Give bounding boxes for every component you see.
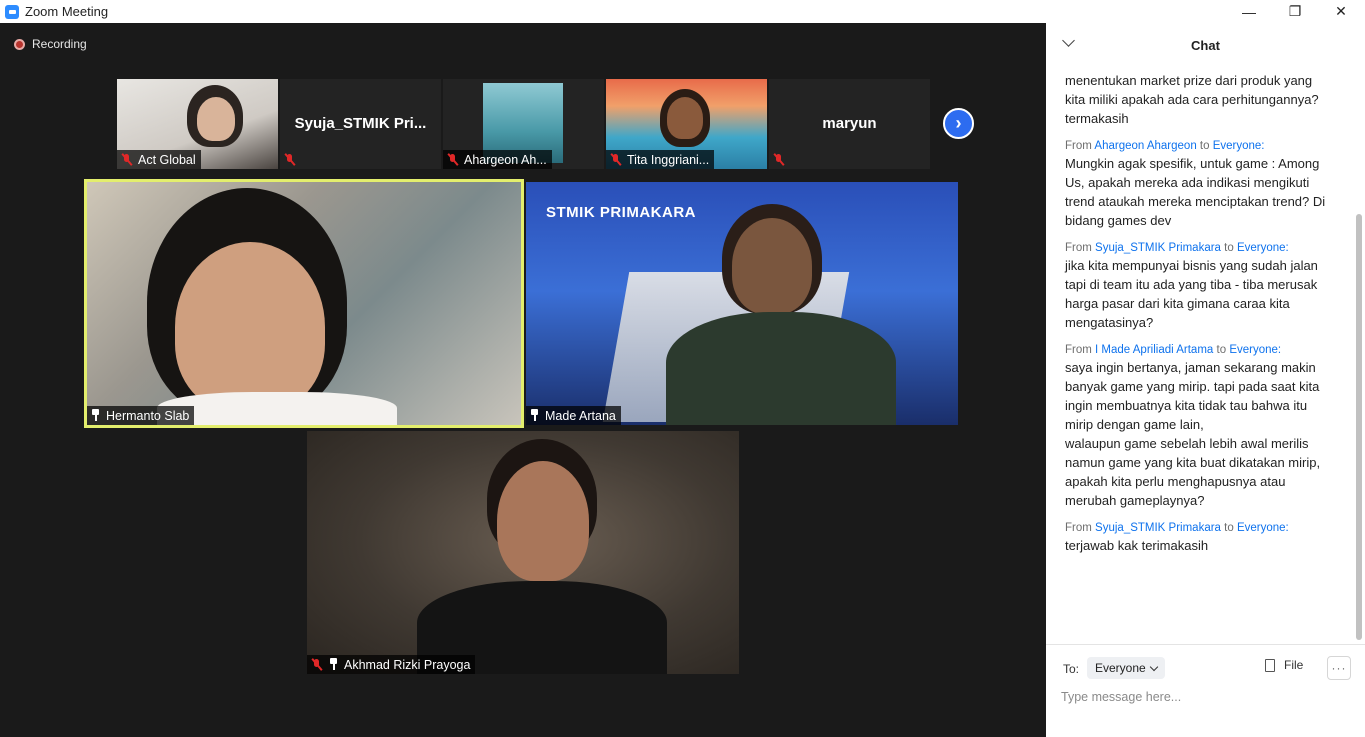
to-label: To: [1063,662,1080,676]
participant-display-name: Syuja_STMIK Pri... [294,115,427,132]
close-button[interactable]: ✕ [1318,0,1364,23]
participant-namebar [280,150,306,169]
message-input[interactable] [1061,685,1341,709]
participant-name: Akhmad Rizki Prayoga [344,657,471,672]
message-from-line: From Ahargeon Ahargeon to Everyone: [1065,138,1352,154]
message-body: jika kita mempunyai bisnis yang sudah ja… [1065,258,1322,330]
message-body: menentukan market prize dari produk yang… [1065,73,1323,126]
chat-message: From Ahargeon Ahargeon to Everyone: Mung… [1065,138,1352,230]
mic-muted-icon [120,153,133,166]
pin-icon [90,409,101,422]
participant-face [497,461,589,581]
message-from-line: From Syuja_STMIK Primakara to Everyone: [1065,240,1352,256]
message-recipient[interactable]: Everyone: [1229,344,1281,356]
chat-message: From Syuja_STMIK Primakara to Everyone: … [1065,520,1352,555]
participant-name: Made Artana [545,408,616,423]
mic-muted-icon [283,153,296,166]
scrollbar-thumb[interactable] [1356,214,1362,640]
message-body: saya ingin bertanya, jaman sekarang maki… [1065,360,1321,508]
participant-namebar [769,150,795,169]
message-sender[interactable]: I Made Apriliadi Artama [1095,344,1213,356]
participant-face [667,97,703,139]
message-from-line: From Syuja_STMIK Primakara to Everyone: [1065,520,1352,536]
window-title: Zoom Meeting [25,4,109,19]
collapse-chevron-icon[interactable] [1062,34,1075,47]
participant-thumb[interactable]: Ahargeon Ah... [443,79,604,169]
meeting-stage: Recording Act Global Syuja_STMIK Pri... … [0,23,1046,737]
pin-icon [328,658,339,671]
participant-thumb[interactable]: Syuja_STMIK Pri... [280,79,441,169]
zoom-app-icon [5,4,19,19]
participant-name: Hermanto Slab [106,408,190,423]
participant-namebar: Act Global [117,150,201,169]
pin-icon [529,409,540,422]
next-page-button[interactable]: › [943,108,974,139]
more-options-button[interactable]: ··· [1327,656,1351,680]
participant-strip: Act Global Syuja_STMIK Pri... Ahargeon A… [117,79,930,169]
participant-thumb[interactable]: Act Global [117,79,278,169]
mic-muted-icon [609,153,622,166]
from-word: From [1065,344,1092,356]
mic-muted-icon [310,658,323,671]
message-sender[interactable]: Syuja_STMIK Primakara [1095,522,1221,534]
message-from-line: From I Made Apriliadi Artama to Everyone… [1065,342,1352,358]
participant-namebar: Hermanto Slab [87,406,195,425]
chat-message: From I Made Apriliadi Artama to Everyone… [1065,342,1352,510]
chat-message: From Syuja_STMIK Primakara to Everyone: … [1065,240,1352,332]
mic-muted-icon [772,153,785,166]
restore-button[interactable]: ❐ [1272,0,1318,23]
chat-composer: To: Everyone File ··· [1046,644,1365,737]
participant-shirt [666,312,896,425]
chat-messages[interactable]: menentukan market prize dari produk yang… [1046,67,1352,637]
to-word: to [1216,344,1227,356]
message-body: terjawab kak terimakasih [1065,538,1209,553]
recording-icon [14,38,25,50]
message-body: Mungkin agak spesifik, untuk game : Amon… [1065,156,1329,228]
message-sender[interactable]: Ahargeon Ahargeon [1094,140,1196,152]
chat-scrollbar[interactable] [1355,68,1363,643]
recording-label: Recording [32,37,87,51]
video-tile[interactable]: STMIK PRIMAKARA Made Artana [526,182,958,425]
mic-muted-icon [446,153,459,166]
title-bar: Zoom Meeting — ❐ ✕ [0,0,1365,23]
recipient-value: Everyone [1095,661,1146,675]
chat-panel: Chat menentukan market prize dari produk… [1046,23,1365,737]
file-icon [1265,658,1275,672]
to-word: to [1224,242,1234,254]
from-word: From [1065,140,1092,152]
participant-namebar: Tita Inggriani... [606,150,715,169]
recipient-dropdown[interactable]: Everyone [1087,657,1165,679]
participant-face [732,218,812,314]
participant-namebar: Akhmad Rizki Prayoga [307,655,476,674]
minimize-button[interactable]: — [1226,0,1272,23]
chat-header: Chat [1046,23,1365,67]
video-tile[interactable]: Akhmad Rizki Prayoga [307,431,739,674]
participant-name: Tita Inggriani... [627,152,710,167]
chat-message: menentukan market prize dari produk yang… [1065,71,1352,128]
recording-indicator[interactable]: Recording [14,37,87,51]
message-recipient[interactable]: Everyone: [1237,522,1289,534]
message-sender[interactable]: Syuja_STMIK Primakara [1095,242,1221,254]
participant-face [197,97,235,141]
participant-thumb[interactable]: Tita Inggriani... [606,79,767,169]
participant-namebar: Made Artana [526,406,621,425]
to-word: to [1224,522,1234,534]
participant-face [175,242,325,412]
file-button[interactable]: File [1265,658,1303,672]
stmik-logo: STMIK PRIMAKARA [546,204,696,221]
message-recipient[interactable]: Everyone: [1237,242,1289,254]
participant-thumb[interactable]: maryun [769,79,930,169]
message-recipient[interactable]: Everyone: [1213,140,1265,152]
to-word: to [1199,140,1210,152]
chat-title: Chat [1191,37,1220,53]
from-word: From [1065,242,1092,254]
participant-name: Act Global [138,152,196,167]
participant-display-name: maryun [822,115,877,132]
chevron-down-icon [1149,662,1158,671]
participant-name: Ahargeon Ah... [464,152,547,167]
participant-namebar: Ahargeon Ah... [443,150,552,169]
video-tile-active-speaker[interactable]: Hermanto Slab [84,179,524,428]
from-word: From [1065,522,1092,534]
file-label: File [1284,658,1304,672]
